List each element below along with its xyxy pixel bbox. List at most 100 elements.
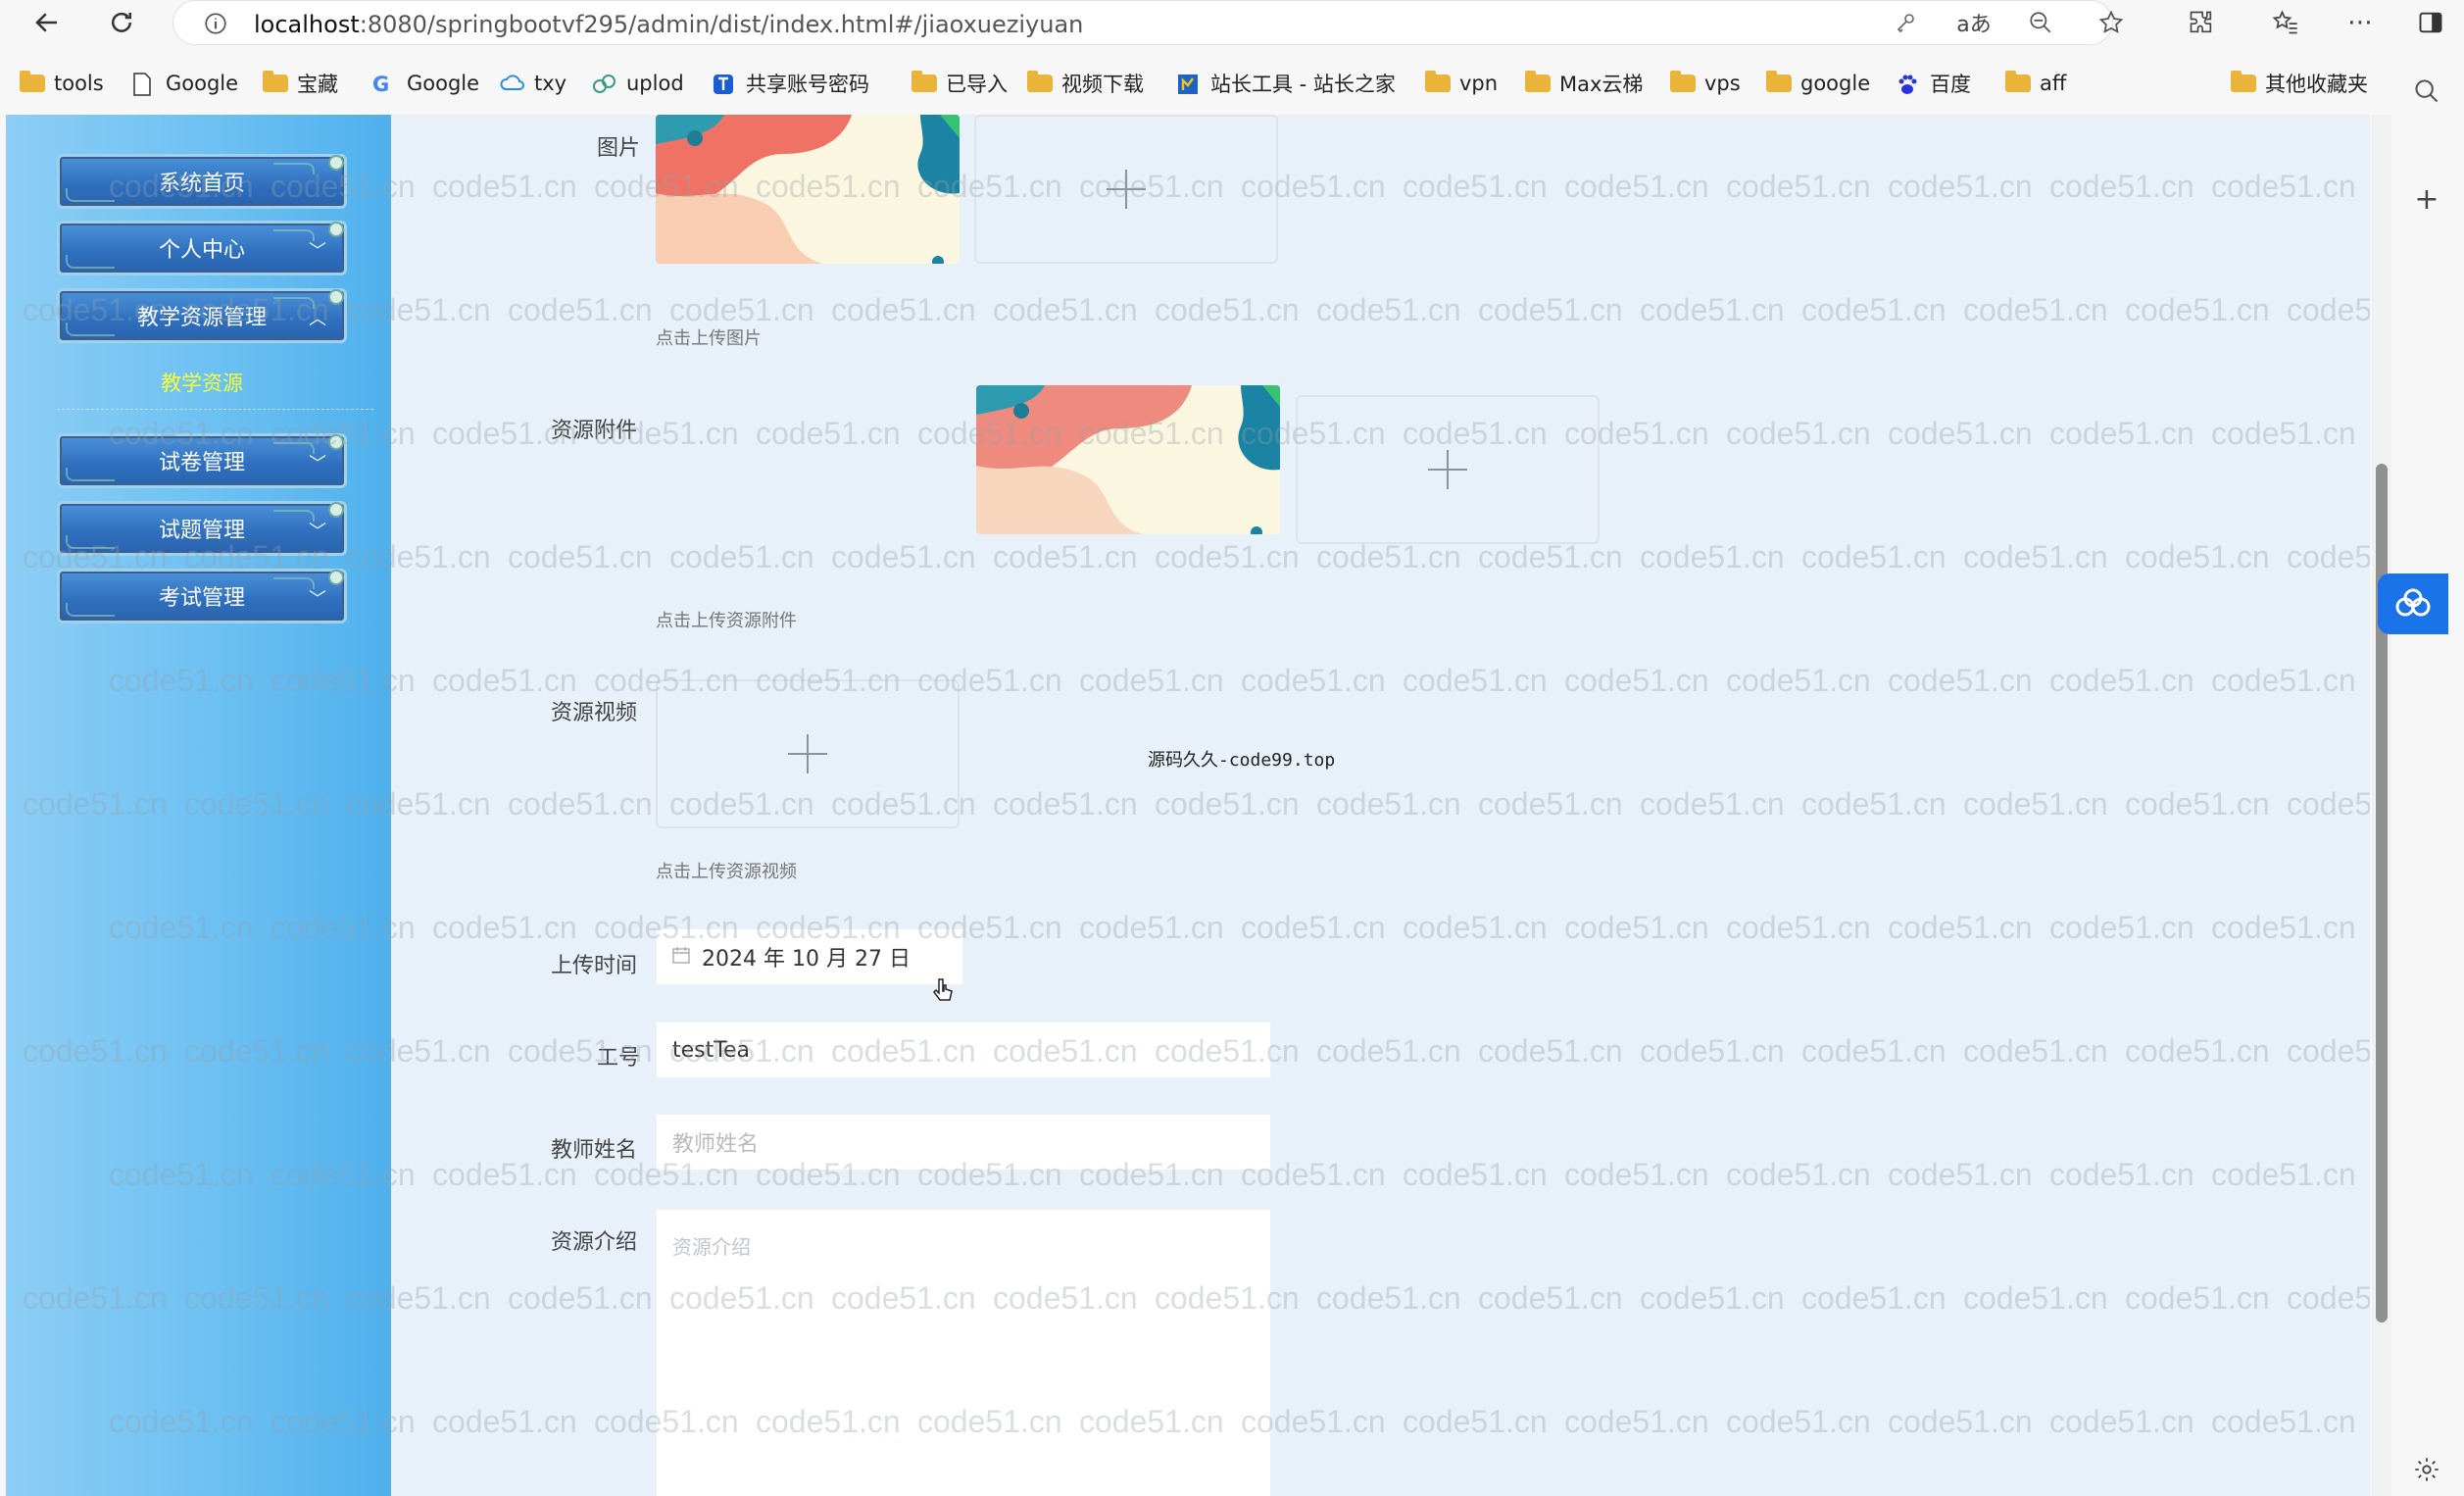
chevron-down-icon: ﹀ bbox=[309, 522, 326, 542]
ornament bbox=[273, 163, 315, 175]
bookmark-vps[interactable]: vps bbox=[1670, 69, 1741, 98]
bookmark-aff[interactable]: aff bbox=[2005, 69, 2066, 98]
image-upload-hint: 点击上传图片 bbox=[656, 328, 762, 349]
plus-icon bbox=[1428, 450, 1467, 489]
sidebar-item-paper-management[interactable]: 试卷管理 ﹀ bbox=[57, 433, 347, 488]
more-icon[interactable]: ⋯ bbox=[2341, 6, 2380, 39]
bookmark-google[interactable]: G Google bbox=[372, 69, 479, 98]
add-icon[interactable]: + bbox=[2407, 182, 2446, 217]
upload-time-label: 上传时间 bbox=[551, 954, 638, 978]
chevron-down-icon: ﹀ bbox=[309, 454, 326, 474]
chevron-up-icon: ︿ bbox=[309, 309, 326, 329]
ornament bbox=[66, 468, 115, 481]
attachment-upload-box[interactable] bbox=[1296, 395, 1600, 544]
employee-id-label: 工号 bbox=[597, 1046, 641, 1071]
ornament bbox=[66, 255, 115, 269]
intro-label: 资源介绍 bbox=[551, 1230, 638, 1255]
favorites-icon[interactable] bbox=[2266, 6, 2305, 39]
sidebar-item-teaching-resources[interactable]: 教学资源管理 ︿ bbox=[57, 288, 347, 343]
cloud-icon bbox=[2395, 588, 2431, 617]
bookmark-other[interactable]: 其他收藏夹 bbox=[2231, 69, 2368, 98]
address-bar[interactable]: localhost:8080/springbootvf295/admin/dis… bbox=[172, 0, 2113, 45]
bookmark-shared-accounts[interactable]: 共享账号密码 bbox=[712, 69, 869, 98]
folder-icon bbox=[263, 71, 288, 92]
bookmark-uplod[interactable]: uplod bbox=[592, 69, 684, 98]
sidebar-item-label: 个人中心 bbox=[158, 238, 245, 263]
sidebar-item-home[interactable]: 系统首页 bbox=[57, 154, 347, 209]
bookmark-google-folder[interactable]: google bbox=[1766, 69, 1870, 98]
bookmark-baidu[interactable]: 百度 bbox=[1896, 69, 1971, 98]
folder-icon bbox=[1525, 71, 1551, 92]
bookmark-baozang[interactable]: 宝藏 bbox=[263, 69, 338, 98]
uplod-icon bbox=[592, 73, 617, 94]
chevron-down-icon: ﹀ bbox=[309, 241, 326, 262]
sidebar-subitem-teaching-resource[interactable]: 教学资源 bbox=[57, 368, 347, 397]
cloud-assistant-button[interactable] bbox=[2378, 573, 2448, 634]
video-label: 资源视频 bbox=[551, 701, 638, 725]
bookmark-google-page[interactable]: Google bbox=[131, 69, 238, 98]
back-icon[interactable] bbox=[27, 4, 67, 41]
attachment-label: 资源附件 bbox=[551, 419, 638, 443]
chevron-down-icon: ﹀ bbox=[309, 589, 326, 610]
bookmark-imported[interactable]: 已导入 bbox=[912, 69, 1008, 98]
bookmark-vpn[interactable]: vpn bbox=[1425, 69, 1498, 98]
page-icon bbox=[131, 73, 157, 96]
info-icon[interactable] bbox=[201, 9, 230, 38]
sidebar-item-label: 系统首页 bbox=[158, 172, 245, 196]
knob-ornament bbox=[328, 502, 344, 518]
feishu-icon bbox=[712, 73, 737, 94]
attachment-upload-hint: 点击上传资源附件 bbox=[656, 611, 797, 631]
search-icon[interactable] bbox=[2407, 75, 2446, 108]
plus-icon bbox=[788, 734, 827, 773]
overlay-text: 源码久久-code99.top bbox=[1148, 750, 1336, 771]
reload-icon[interactable] bbox=[102, 4, 141, 41]
browser-toolbar: localhost:8080/springbootvf295/admin/dis… bbox=[0, 0, 2464, 45]
bookmark-tools[interactable]: tools bbox=[20, 69, 104, 98]
bookmark-video-download[interactable]: 视频下载 bbox=[1027, 69, 1144, 98]
plus-icon bbox=[1107, 170, 1146, 209]
app-page: 系统首页 个人中心 ﹀ 教学资源管理 ︿ 教学资源 试卷管理 ﹀ 试题管理 ﹀ bbox=[6, 115, 2370, 1496]
mouse-cursor-icon bbox=[932, 977, 956, 1009]
divider bbox=[57, 409, 373, 410]
intro-textarea[interactable]: 资源介绍 bbox=[656, 1209, 1271, 1496]
sidebar-item-question-management[interactable]: 试题管理 ﹀ bbox=[57, 501, 347, 556]
star-icon[interactable] bbox=[2092, 6, 2131, 39]
knob-ornament bbox=[328, 289, 344, 305]
ornament bbox=[66, 188, 115, 202]
upload-time-value: 2024 年 10 月 27 日 bbox=[702, 947, 911, 972]
folder-icon bbox=[1670, 71, 1696, 92]
sidebar-item-personal-center[interactable]: 个人中心 ﹀ bbox=[57, 221, 347, 275]
translate-icon[interactable]: aあ bbox=[1954, 6, 1994, 39]
settings-icon[interactable] bbox=[2407, 1453, 2446, 1486]
browser-side-rail: + bbox=[2391, 61, 2464, 1496]
folder-icon bbox=[912, 71, 937, 92]
ornament bbox=[66, 535, 115, 549]
page-scrollbar[interactable] bbox=[2372, 115, 2391, 1496]
bookmark-txy[interactable]: txy bbox=[500, 69, 567, 98]
zoom-out-icon[interactable] bbox=[2021, 6, 2060, 39]
extensions-icon[interactable] bbox=[2182, 6, 2221, 39]
baidu-icon bbox=[1896, 73, 1921, 94]
employee-id-input[interactable]: testTea bbox=[656, 1022, 1271, 1078]
ornament bbox=[66, 603, 115, 617]
cloud-icon bbox=[500, 73, 525, 94]
bookmark-max[interactable]: Max云梯 bbox=[1525, 69, 1643, 98]
image-label: 图片 bbox=[597, 136, 641, 161]
sidebar-item-exam-management[interactable]: 考试管理 ﹀ bbox=[57, 569, 347, 623]
form-area: 图片 点击上传图片 资源附件 点击上传资源附件 资源视频 源码久久-code99… bbox=[391, 115, 2370, 1496]
upload-time-datepicker[interactable]: 2024 年 10 月 27 日 bbox=[656, 928, 963, 985]
video-upload-hint: 点击上传资源视频 bbox=[656, 862, 797, 882]
uploaded-image-thumbnail[interactable] bbox=[656, 115, 960, 264]
sidebar-toggle-icon[interactable] bbox=[2411, 6, 2450, 39]
video-upload-box[interactable] bbox=[656, 679, 960, 828]
knob-ornament bbox=[328, 155, 344, 171]
knob-ornament bbox=[328, 434, 344, 450]
folder-icon bbox=[1766, 71, 1792, 92]
image-upload-box[interactable] bbox=[974, 115, 1278, 264]
teacher-name-label: 教师姓名 bbox=[551, 1138, 638, 1163]
uploaded-attachment-thumbnail[interactable] bbox=[976, 385, 1280, 534]
bookmark-chinaz[interactable]: 站长工具 - 站长之家 bbox=[1176, 69, 1396, 98]
teacher-name-input[interactable]: 教师姓名 bbox=[656, 1114, 1271, 1171]
key-icon[interactable] bbox=[1886, 6, 1925, 39]
sidebar-item-label: 考试管理 bbox=[158, 586, 245, 611]
